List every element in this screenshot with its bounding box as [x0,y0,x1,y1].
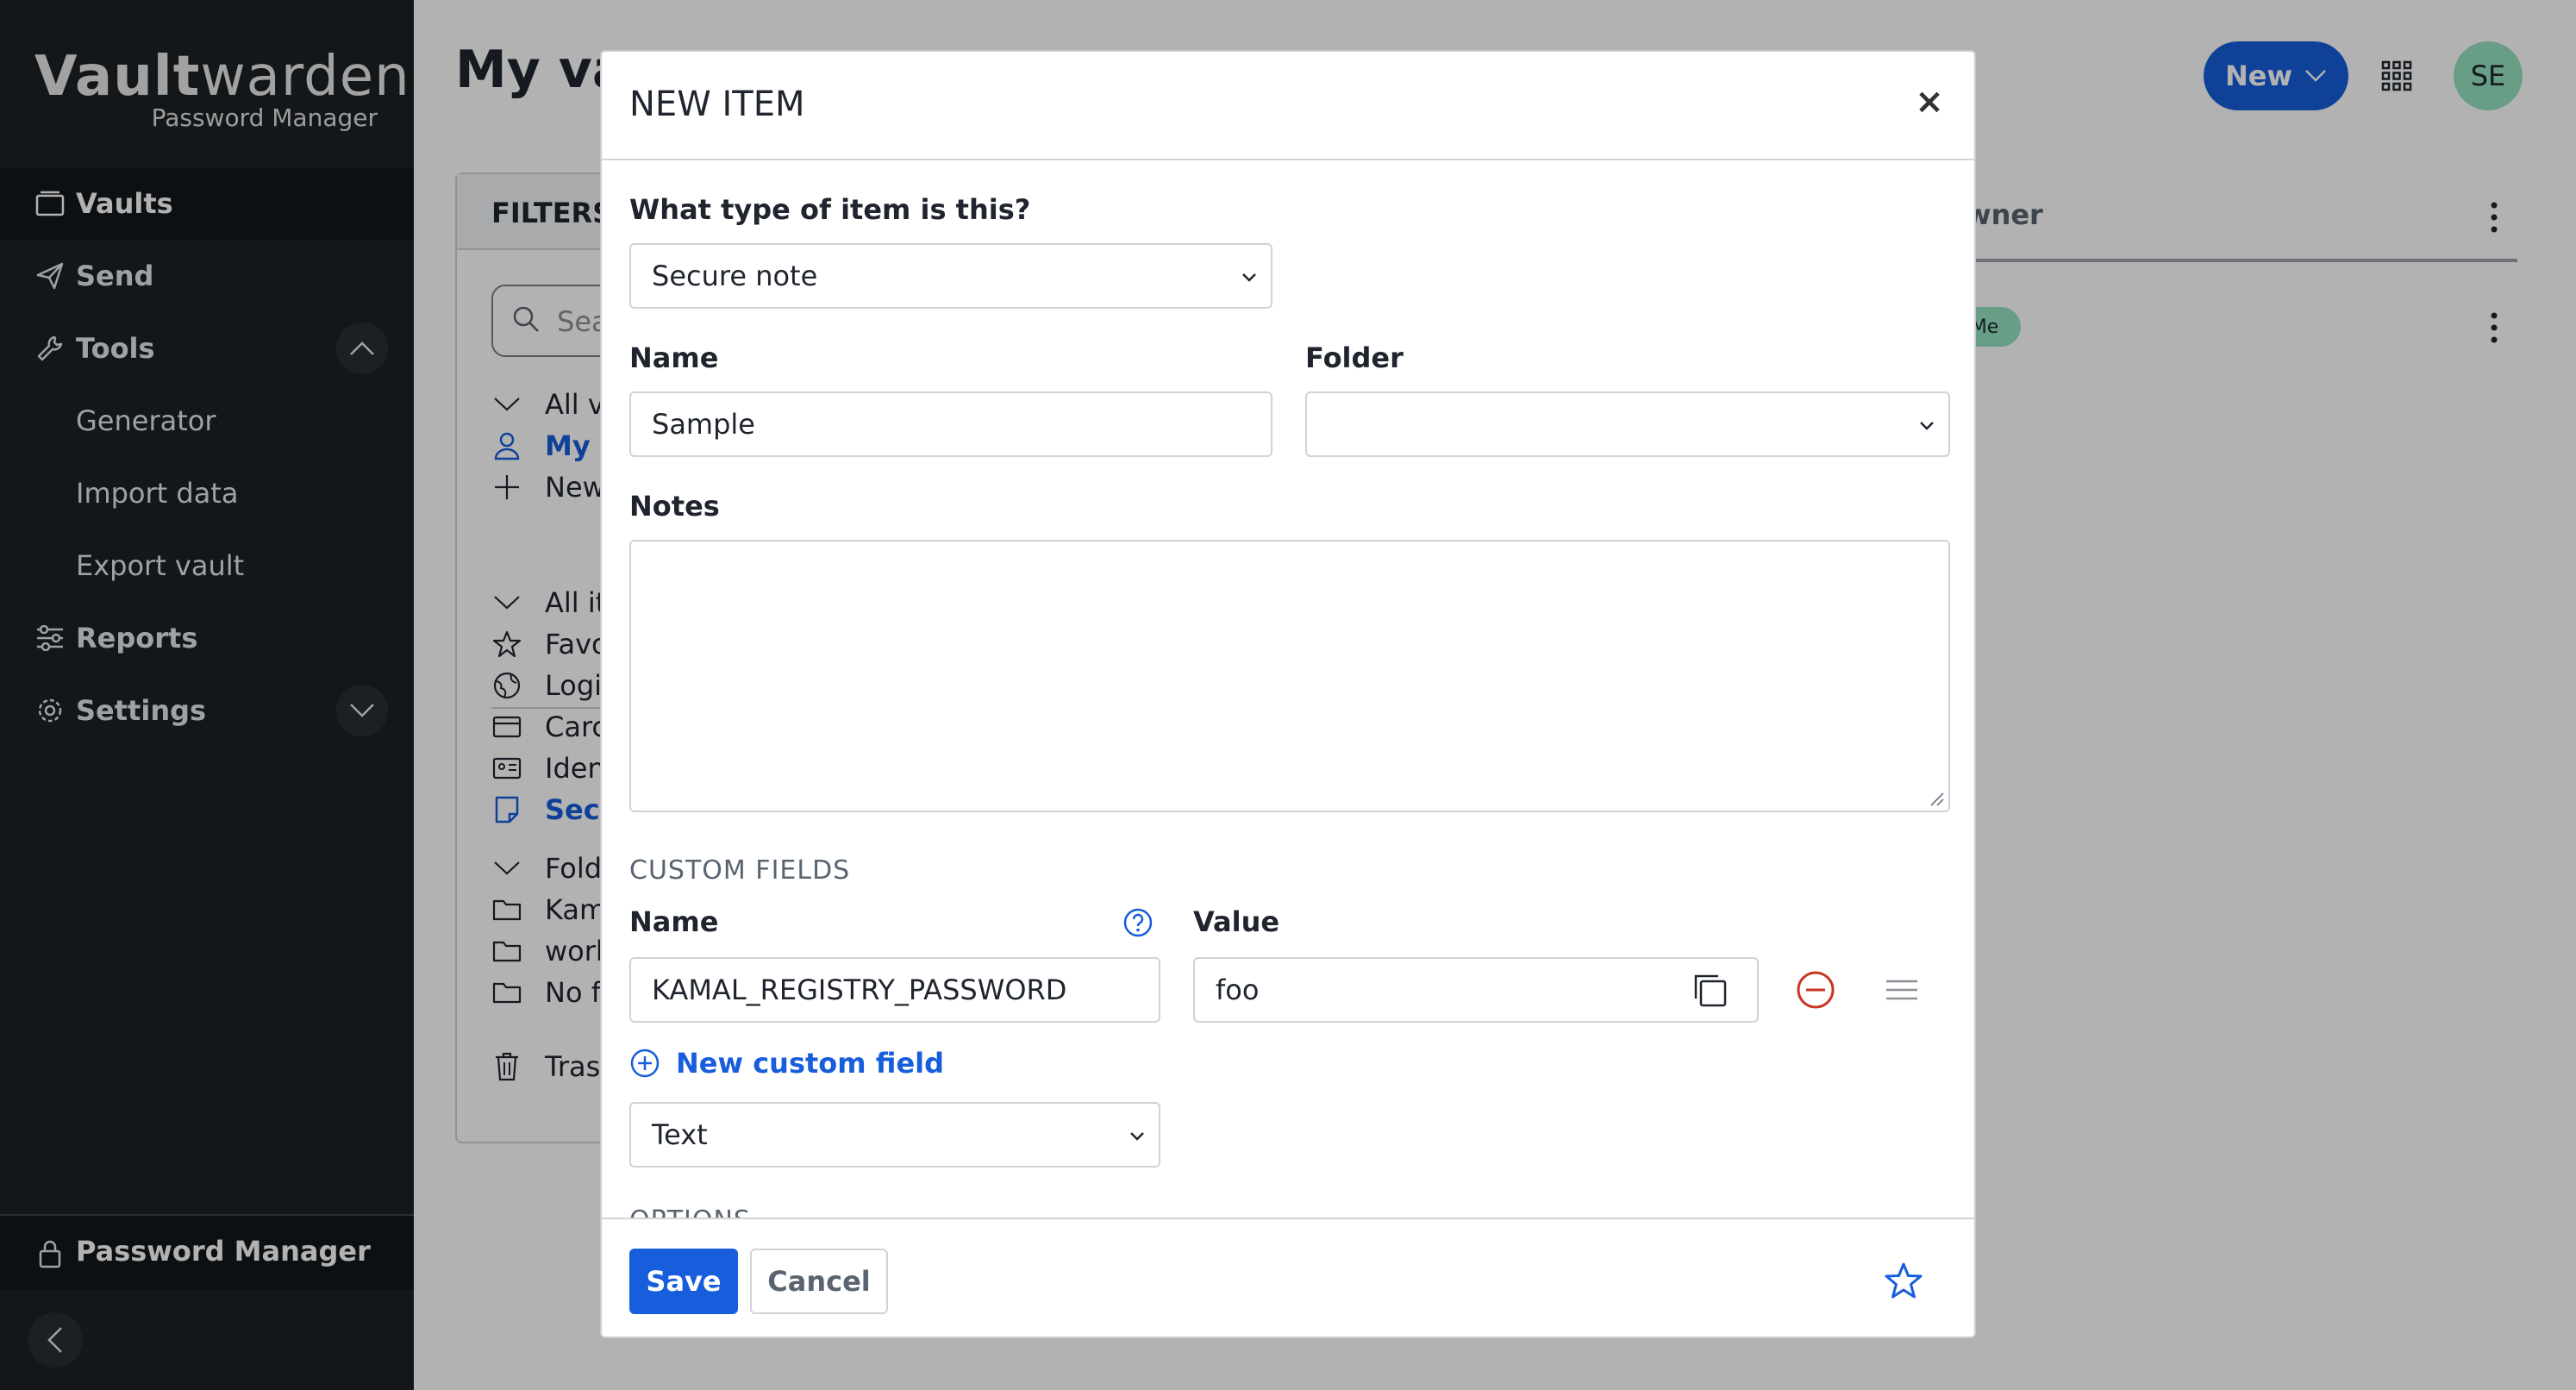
copy-value-button[interactable] [1662,957,1759,1023]
save-button[interactable]: Save [629,1249,738,1314]
new-custom-field-link[interactable]: New custom field [629,1047,944,1080]
chevron-down-icon [1920,422,1934,430]
dialog-footer: Save Cancel [602,1218,1974,1337]
plus-circle-icon [630,1049,660,1078]
chevron-down-icon [1242,273,1256,282]
help-icon[interactable] [1122,907,1154,938]
notes-textarea[interactable] [629,540,1950,812]
custom-field-value-input[interactable]: foo [1193,957,1664,1023]
custom-field-name-label: Name [629,905,719,938]
close-icon[interactable]: × [1910,82,1948,122]
item-type-select[interactable]: Secure note [629,243,1272,309]
new-item-dialog: NEW ITEM × What type of item is this? Se… [600,50,1976,1338]
name-value: Sample [652,408,755,441]
custom-field-name-value: KAMAL_REGISTRY_PASSWORD [652,974,1067,1006]
item-type-value: Secure note [652,260,818,292]
notes-label: Notes [629,490,720,523]
favorite-star-icon[interactable] [1883,1261,1924,1302]
custom-field-name-input[interactable]: KAMAL_REGISTRY_PASSWORD [629,957,1160,1023]
copy-icon [1694,974,1727,1007]
custom-field-type-value: Text [652,1118,708,1151]
dialog-title: NEW ITEM [629,85,805,124]
chevron-down-icon [1130,1132,1144,1141]
drag-handle-icon[interactable] [1885,974,1919,1005]
custom-field-type-select[interactable]: Text [629,1102,1160,1168]
item-type-label: What type of item is this? [629,193,1031,226]
custom-field-value-label: Value [1193,905,1280,938]
dialog-header: NEW ITEM × [602,52,1974,160]
resize-handle-icon[interactable] [1928,790,1945,807]
custom-fields-header: CUSTOM FIELDS [629,855,851,886]
folder-select[interactable] [1305,391,1950,457]
custom-field-value-value: foo [1216,974,1260,1006]
name-label: Name [629,341,719,374]
new-custom-field-label: New custom field [676,1047,945,1080]
cancel-button[interactable]: Cancel [750,1249,888,1314]
name-input[interactable]: Sample [629,391,1272,457]
remove-custom-field-icon[interactable] [1795,969,1836,1011]
folder-label: Folder [1305,341,1404,374]
